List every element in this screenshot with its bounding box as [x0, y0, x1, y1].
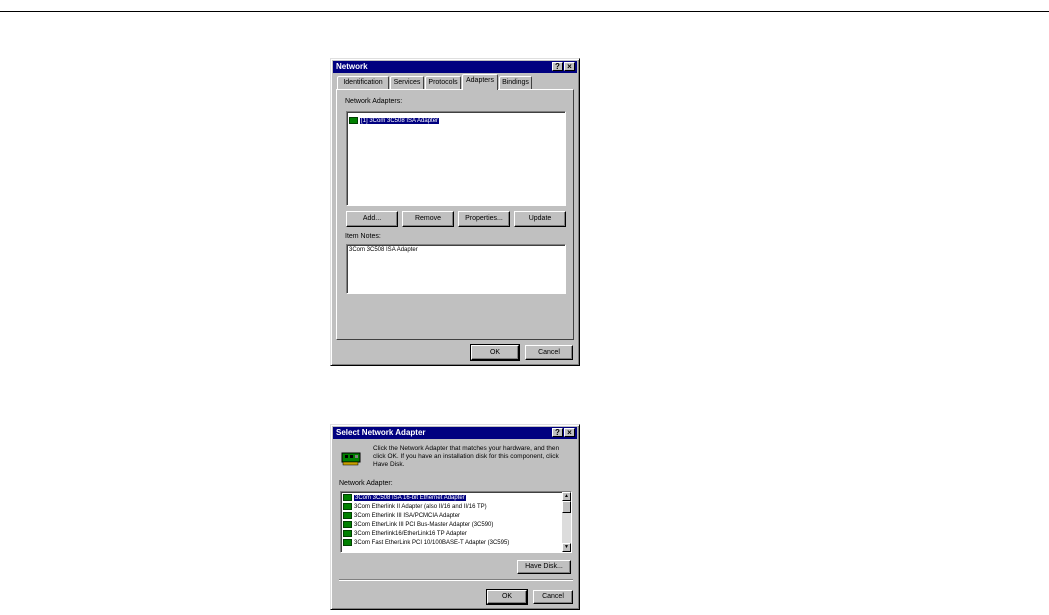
network-card-icon	[343, 503, 352, 510]
network-card-icon	[343, 521, 352, 528]
update-button[interactable]: Update	[514, 211, 566, 227]
have-disk-button[interactable]: Have Disk...	[517, 560, 571, 574]
network-card-icon	[349, 117, 358, 124]
tab-protocols[interactable]: Protocols	[425, 76, 461, 89]
adapters-tab-panel: Network Adapters: [1] 3Com 3C508 ISA Ada…	[336, 89, 574, 340]
network-card-icon	[343, 512, 352, 519]
scroll-thumb[interactable]	[562, 501, 571, 513]
list-item[interactable]: 3Com EtherLink III PCI Bus-Master Adapte…	[343, 521, 493, 530]
list-item[interactable]: 3Com Fast EtherLink PCI 10/100BASE-T Ada…	[343, 539, 509, 548]
properties-button[interactable]: Properties...	[458, 211, 510, 227]
network-adapters-label: Network Adapters:	[345, 98, 403, 105]
ok-button[interactable]: OK	[470, 344, 520, 361]
network-adapter-list[interactable]: 3Com 3C508 ISA 16-bit Ethernet Adapter 3…	[340, 491, 572, 553]
cancel-button[interactable]: Cancel	[525, 345, 573, 360]
select-title-bar: Select Network Adapter ? ×	[333, 427, 577, 439]
list-item[interactable]: [1] 3Com 3C508 ISA Adapter	[349, 117, 440, 126]
network-card-icon	[343, 494, 352, 501]
scroll-down-arrow-icon[interactable]: ▼	[562, 543, 571, 552]
close-button[interactable]: ×	[564, 62, 575, 71]
scroll-up-arrow-icon[interactable]: ▲	[562, 492, 571, 501]
select-dialog-title: Select Network Adapter	[336, 428, 426, 437]
network-card-icon	[343, 530, 352, 537]
tab-adapters[interactable]: Adapters	[462, 74, 498, 90]
list-item[interactable]: 3Com 3C508 ISA 16-bit Ethernet Adapter	[343, 494, 466, 503]
list-scrollbar[interactable]: ▲ ▼	[562, 492, 571, 552]
page-rule	[0, 11, 1049, 12]
item-notes-text: 3Com 3C508 ISA Adapter	[349, 247, 418, 253]
network-dialog-title: Network	[336, 62, 368, 71]
help-button[interactable]: ?	[552, 62, 563, 71]
add-button[interactable]: Add...	[346, 211, 398, 227]
ok-button[interactable]: OK	[486, 589, 528, 605]
list-item[interactable]: 3Com Etherlink16/EtherLink16 TP Adapter	[343, 530, 467, 539]
close-button[interactable]: ×	[564, 428, 575, 437]
select-network-adapter-dialog: Select Network Adapter ? × Click the Net…	[330, 424, 580, 610]
item-notes-box: 3Com 3C508 ISA Adapter	[346, 244, 566, 294]
network-card-icon	[343, 539, 352, 546]
cancel-button[interactable]: Cancel	[533, 590, 573, 604]
dialog-separator	[339, 579, 573, 581]
list-item[interactable]: 3Com Etherlink II Adapter (also II/16 an…	[343, 503, 487, 512]
network-dialog: Network ? × Identification Services Prot…	[330, 58, 580, 366]
list-item[interactable]: 3Com Etherlink III ISA/PCMCIA Adapter	[343, 512, 460, 521]
instructions-text: Click the Network Adapter that matches y…	[373, 445, 560, 468]
tab-services[interactable]: Services	[390, 76, 424, 89]
network-adapters-list[interactable]: [1] 3Com 3C508 ISA Adapter	[346, 111, 566, 206]
help-button[interactable]: ?	[552, 428, 563, 437]
network-title-bar: Network ? ×	[333, 61, 577, 73]
remove-button[interactable]: Remove	[402, 211, 454, 227]
tab-identification[interactable]: Identification	[337, 76, 389, 89]
network-adapter-icon	[341, 452, 361, 466]
network-adapter-label: Network Adapter:	[339, 480, 393, 487]
item-notes-label: Item Notes:	[345, 233, 381, 240]
tab-bindings[interactable]: Bindings	[499, 76, 532, 89]
